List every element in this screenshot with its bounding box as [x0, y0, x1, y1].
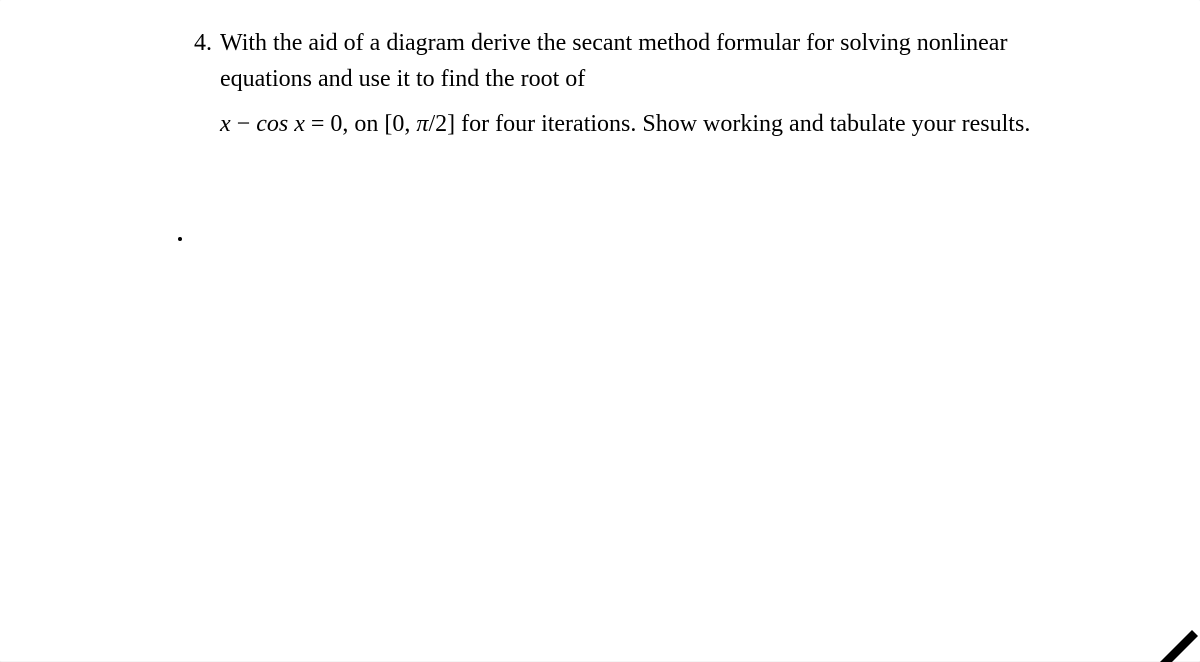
question-text-line1: With the aid of a diagram derive the sec… — [220, 26, 1082, 97]
item-body: With the aid of a diagram derive the sec… — [218, 26, 1082, 143]
equation-equals: = — [305, 111, 331, 137]
equation-line: x − cos x = 0, on [0, π/2] for four iter… — [220, 107, 1082, 143]
equation-var-x: x — [220, 111, 231, 137]
list-item-4: 4. With the aid of a diagram derive the … — [182, 26, 1082, 143]
pen-icon — [1150, 612, 1200, 662]
stray-dot — [178, 237, 182, 241]
annotate-handle[interactable] — [1150, 612, 1200, 662]
equation-minus: − — [231, 111, 257, 137]
page: 4. With the aid of a diagram derive the … — [0, 0, 1200, 662]
question-block: 4. With the aid of a diagram derive the … — [182, 26, 1082, 143]
equation-pi: π — [416, 111, 428, 137]
equation-interval-close-and-rest: /2] for four iterations. Show working an… — [428, 111, 1030, 137]
equation-zero: 0 — [330, 111, 342, 137]
equation-interval-open: , on [0, — [342, 111, 416, 137]
item-number: 4. — [182, 26, 218, 62]
equation-cosx: cos x — [256, 111, 305, 137]
